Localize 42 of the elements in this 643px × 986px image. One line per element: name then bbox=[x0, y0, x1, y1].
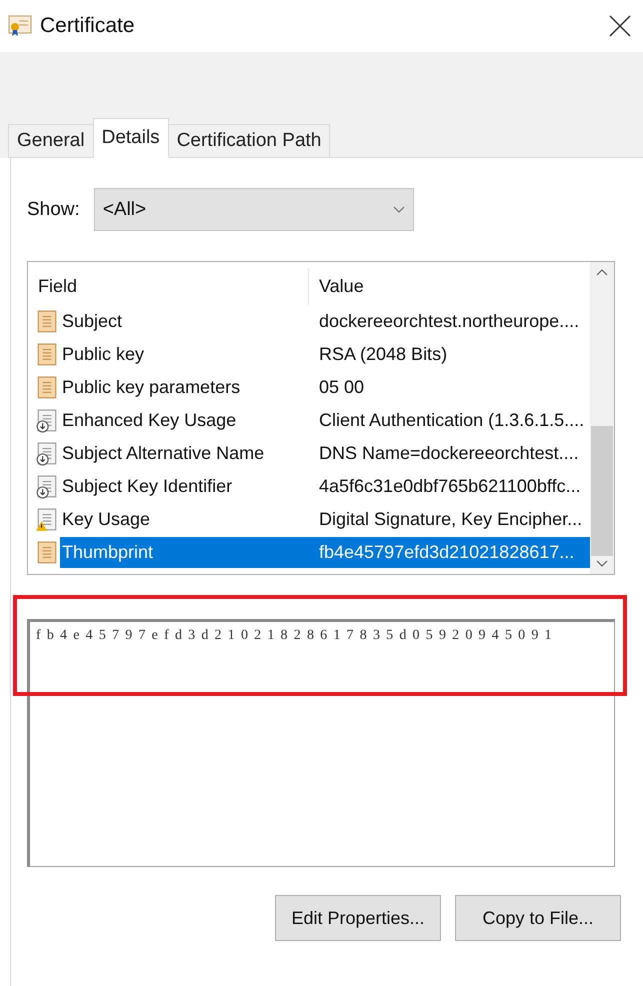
field-value[interactable]: Client Authentication (1.3.6.1.5.... bbox=[309, 405, 590, 436]
extension-field-icon bbox=[36, 442, 58, 466]
show-label: Show: bbox=[27, 198, 80, 220]
tab[interactable]: General bbox=[8, 124, 94, 158]
column-header[interactable]: Value bbox=[309, 268, 590, 305]
field-value[interactable]: Digital Signature, Key Encipher... bbox=[309, 504, 590, 535]
field-value[interactable]: dockereeorchtest.northeurope.... bbox=[309, 306, 590, 337]
field-value[interactable]: fb4e45797efd3d21021828617... bbox=[309, 537, 590, 568]
tab[interactable]: Certification Path bbox=[168, 124, 330, 158]
field-value[interactable]: DNS Name=dockereeorchtest.... bbox=[309, 438, 590, 469]
scroll-thumb[interactable] bbox=[591, 426, 613, 556]
certificate-field-icon bbox=[36, 342, 58, 366]
field-name[interactable]: Subject bbox=[60, 306, 309, 337]
field-value[interactable]: RSA (2048 Bits) bbox=[309, 339, 590, 370]
field-name[interactable]: Public key parameters bbox=[60, 372, 309, 403]
value-text-area[interactable]: fb4e45797efd3d21021828617835d05920945091 bbox=[27, 619, 615, 867]
scrollbar[interactable] bbox=[590, 262, 614, 574]
scroll-down-icon[interactable] bbox=[596, 560, 608, 568]
certificate-field-icon bbox=[36, 540, 58, 564]
field-name[interactable]: Enhanced Key Usage bbox=[60, 405, 309, 436]
tab[interactable]: Details bbox=[92, 118, 169, 158]
show-dropdown[interactable]: <All> bbox=[94, 188, 414, 231]
field-name[interactable]: Public key bbox=[60, 339, 309, 370]
certificate-icon bbox=[8, 15, 32, 37]
certificate-field-icon bbox=[36, 310, 58, 334]
field-name[interactable]: Thumbprint bbox=[60, 537, 309, 568]
dialog-button[interactable]: Copy to File... bbox=[455, 895, 621, 941]
chevron-down-icon bbox=[392, 206, 405, 214]
extension-field-icon bbox=[36, 408, 58, 432]
extension-field-icon bbox=[36, 474, 58, 498]
scroll-up-icon[interactable] bbox=[596, 268, 608, 276]
field-value[interactable]: 4a5f6c31e0dbf765b621100bffc... bbox=[309, 471, 590, 502]
warning-field-icon bbox=[36, 508, 58, 532]
certificate-field-icon bbox=[36, 376, 58, 400]
dialog-button[interactable]: Edit Properties... bbox=[275, 895, 441, 941]
window-title: Certificate bbox=[40, 14, 136, 38]
column-header[interactable]: Field bbox=[28, 268, 309, 305]
thumbprint-value: fb4e45797efd3d21021828617835d05920945091 bbox=[36, 628, 558, 643]
field-value[interactable]: 05 00 bbox=[309, 372, 590, 403]
field-name[interactable]: Subject Alternative Name bbox=[60, 438, 309, 469]
field-name[interactable]: Subject Key Identifier bbox=[60, 471, 309, 502]
field-name[interactable]: Key Usage bbox=[60, 504, 309, 535]
